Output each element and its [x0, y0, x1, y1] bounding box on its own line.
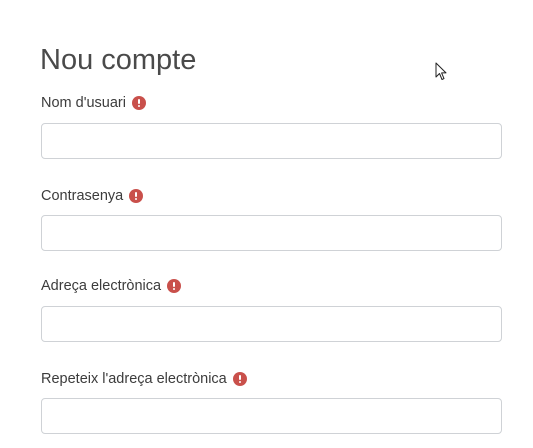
email-input[interactable]: [41, 306, 502, 342]
repeat-email-input[interactable]: [41, 398, 502, 434]
mouse-pointer-icon: [435, 62, 447, 80]
required-exclamation-icon[interactable]: [131, 96, 146, 110]
required-exclamation-icon[interactable]: [167, 279, 182, 293]
repeat-email-label: Repeteix l'adreça electrònica: [41, 371, 227, 387]
password-label: Contrasenya: [41, 188, 124, 204]
username-input[interactable]: [41, 123, 502, 159]
repeat-email-label-row: Repeteix l'adreça electrònica: [41, 369, 247, 389]
required-exclamation-icon[interactable]: [129, 189, 144, 203]
username-label: Nom d'usuari: [41, 95, 126, 111]
password-label-row: Contrasenya: [41, 186, 144, 206]
password-input[interactable]: [41, 215, 502, 251]
email-label-row: Adreça electrònica: [41, 276, 182, 296]
required-exclamation-icon[interactable]: [232, 372, 247, 386]
username-label-row: Nom d'usuari: [41, 93, 146, 113]
email-label: Adreça electrònica: [41, 278, 162, 294]
page-title: Nou compte: [40, 44, 197, 76]
